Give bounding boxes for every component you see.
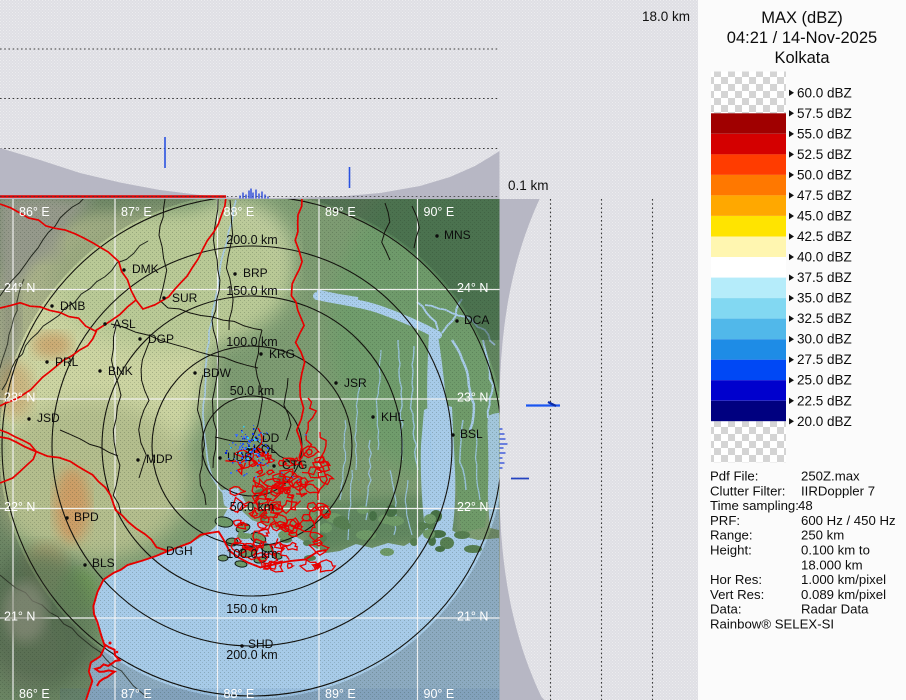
svg-text:86° E: 86° E [19, 205, 50, 219]
svg-text:BDW: BDW [203, 366, 232, 380]
svg-text:100.0 km: 100.0 km [226, 547, 277, 561]
svg-text:89° E: 89° E [325, 205, 356, 219]
svg-text:50.0 km: 50.0 km [230, 384, 274, 398]
svg-text:JSD: JSD [37, 411, 60, 425]
svg-text:CTG: CTG [282, 458, 307, 472]
svg-text:Kolkata: Kolkata [774, 49, 830, 67]
svg-text:DCA: DCA [464, 313, 489, 327]
svg-text:250Z.max: 250Z.max [801, 469, 860, 484]
svg-text:0.100 km to: 0.100 km to [801, 543, 870, 558]
svg-text:18.0 km: 18.0 km [642, 9, 690, 24]
svg-text:150.0 km: 150.0 km [226, 284, 277, 298]
svg-text:90° E: 90° E [424, 687, 455, 700]
svg-text:0.1 km: 0.1 km [508, 178, 549, 193]
svg-text:23° N: 23° N [4, 391, 35, 405]
svg-text:Clutter Filter:: Clutter Filter: [710, 483, 785, 498]
svg-text:Vert Res:: Vert Res: [710, 587, 764, 602]
svg-text:Rainbow® SELEX-SI: Rainbow® SELEX-SI [710, 617, 834, 632]
svg-text:ASL: ASL [113, 317, 136, 331]
svg-text:IIRDoppler 7: IIRDoppler 7 [801, 483, 875, 498]
svg-text:24° N: 24° N [457, 281, 488, 295]
svg-text:37.5 dBZ: 37.5 dBZ [797, 270, 852, 285]
svg-text:48: 48 [798, 498, 813, 513]
svg-text:0.089 km/pixel: 0.089 km/pixel [801, 587, 886, 602]
svg-text:1.000 km/pixel: 1.000 km/pixel [801, 572, 886, 587]
svg-text:24° N: 24° N [4, 281, 35, 295]
svg-text:21° N: 21° N [4, 610, 35, 624]
svg-text:BNK: BNK [108, 364, 133, 378]
svg-text:PRF:: PRF: [710, 513, 740, 528]
svg-text:Pdf File:: Pdf File: [710, 469, 758, 484]
svg-text:JSR: JSR [344, 376, 367, 390]
svg-text:150.0 km: 150.0 km [226, 602, 277, 616]
svg-text:25.0 dBZ: 25.0 dBZ [797, 373, 852, 388]
svg-text:MAX (dBZ): MAX (dBZ) [761, 9, 843, 27]
svg-text:89° E: 89° E [325, 687, 356, 700]
svg-text:Time sampling:: Time sampling: [710, 498, 799, 513]
svg-text:88° E: 88° E [224, 687, 255, 700]
svg-text:23° N: 23° N [457, 391, 488, 405]
svg-text:BRP: BRP [243, 266, 268, 280]
svg-text:DGH: DGH [166, 544, 193, 558]
svg-text:87° E: 87° E [121, 205, 152, 219]
svg-text:BLS: BLS [92, 556, 115, 570]
svg-text:PRL: PRL [55, 355, 79, 369]
svg-text:27.5 dBZ: 27.5 dBZ [797, 352, 852, 367]
svg-text:BSL: BSL [460, 427, 483, 441]
svg-text:BPD: BPD [74, 510, 99, 524]
svg-text:50.0 dBZ: 50.0 dBZ [797, 167, 852, 182]
svg-text:42.5 dBZ: 42.5 dBZ [797, 229, 852, 244]
svg-text:KHL: KHL [381, 410, 405, 424]
svg-text:DNB: DNB [60, 299, 85, 313]
svg-text:50.0 km: 50.0 km [230, 500, 274, 514]
svg-text:SUR: SUR [172, 291, 198, 305]
svg-text:88° E: 88° E [224, 205, 255, 219]
svg-text:32.5 dBZ: 32.5 dBZ [797, 311, 852, 326]
svg-text:MDP: MDP [146, 452, 173, 466]
svg-text:87° E: 87° E [121, 687, 152, 700]
svg-text:600 Hz / 450 Hz: 600 Hz / 450 Hz [801, 513, 896, 528]
svg-text:SHD: SHD [248, 637, 274, 651]
svg-text:Hor Res:: Hor Res: [710, 572, 762, 587]
svg-text:04:21 / 14-Nov-2025: 04:21 / 14-Nov-2025 [727, 29, 877, 47]
svg-text:Data:: Data: [710, 602, 742, 617]
svg-text:47.5 dBZ: 47.5 dBZ [797, 188, 852, 203]
svg-text:55.0 dBZ: 55.0 dBZ [797, 126, 852, 141]
svg-text:60.0 dBZ: 60.0 dBZ [797, 85, 852, 100]
svg-text:18.000 km: 18.000 km [801, 557, 863, 572]
svg-text:DGP: DGP [148, 332, 174, 346]
svg-text:22° N: 22° N [457, 500, 488, 514]
svg-text:40.0 dBZ: 40.0 dBZ [797, 250, 852, 265]
svg-text:Range:: Range: [710, 528, 753, 543]
svg-text:52.5 dBZ: 52.5 dBZ [797, 147, 852, 162]
svg-text:35.0 dBZ: 35.0 dBZ [797, 291, 852, 306]
svg-text:57.5 dBZ: 57.5 dBZ [797, 106, 852, 121]
svg-text:200.0 km: 200.0 km [226, 233, 277, 247]
svg-text:22.5 dBZ: 22.5 dBZ [797, 393, 852, 408]
svg-text:30.0 dBZ: 30.0 dBZ [797, 332, 852, 347]
svg-text:45.0 dBZ: 45.0 dBZ [797, 209, 852, 224]
svg-text:Height:: Height: [710, 543, 752, 558]
svg-text:90° E: 90° E [424, 205, 455, 219]
svg-text:Radar Data: Radar Data [801, 602, 869, 617]
svg-text:86° E: 86° E [19, 687, 50, 700]
svg-text:DMK: DMK [132, 262, 159, 276]
svg-text:250 km: 250 km [801, 528, 844, 543]
svg-text:22° N: 22° N [4, 500, 35, 514]
svg-text:20.0 dBZ: 20.0 dBZ [797, 414, 852, 429]
svg-text:MNS: MNS [444, 228, 471, 242]
svg-text:21° N: 21° N [457, 610, 488, 624]
svg-text:KRG: KRG [269, 347, 295, 361]
